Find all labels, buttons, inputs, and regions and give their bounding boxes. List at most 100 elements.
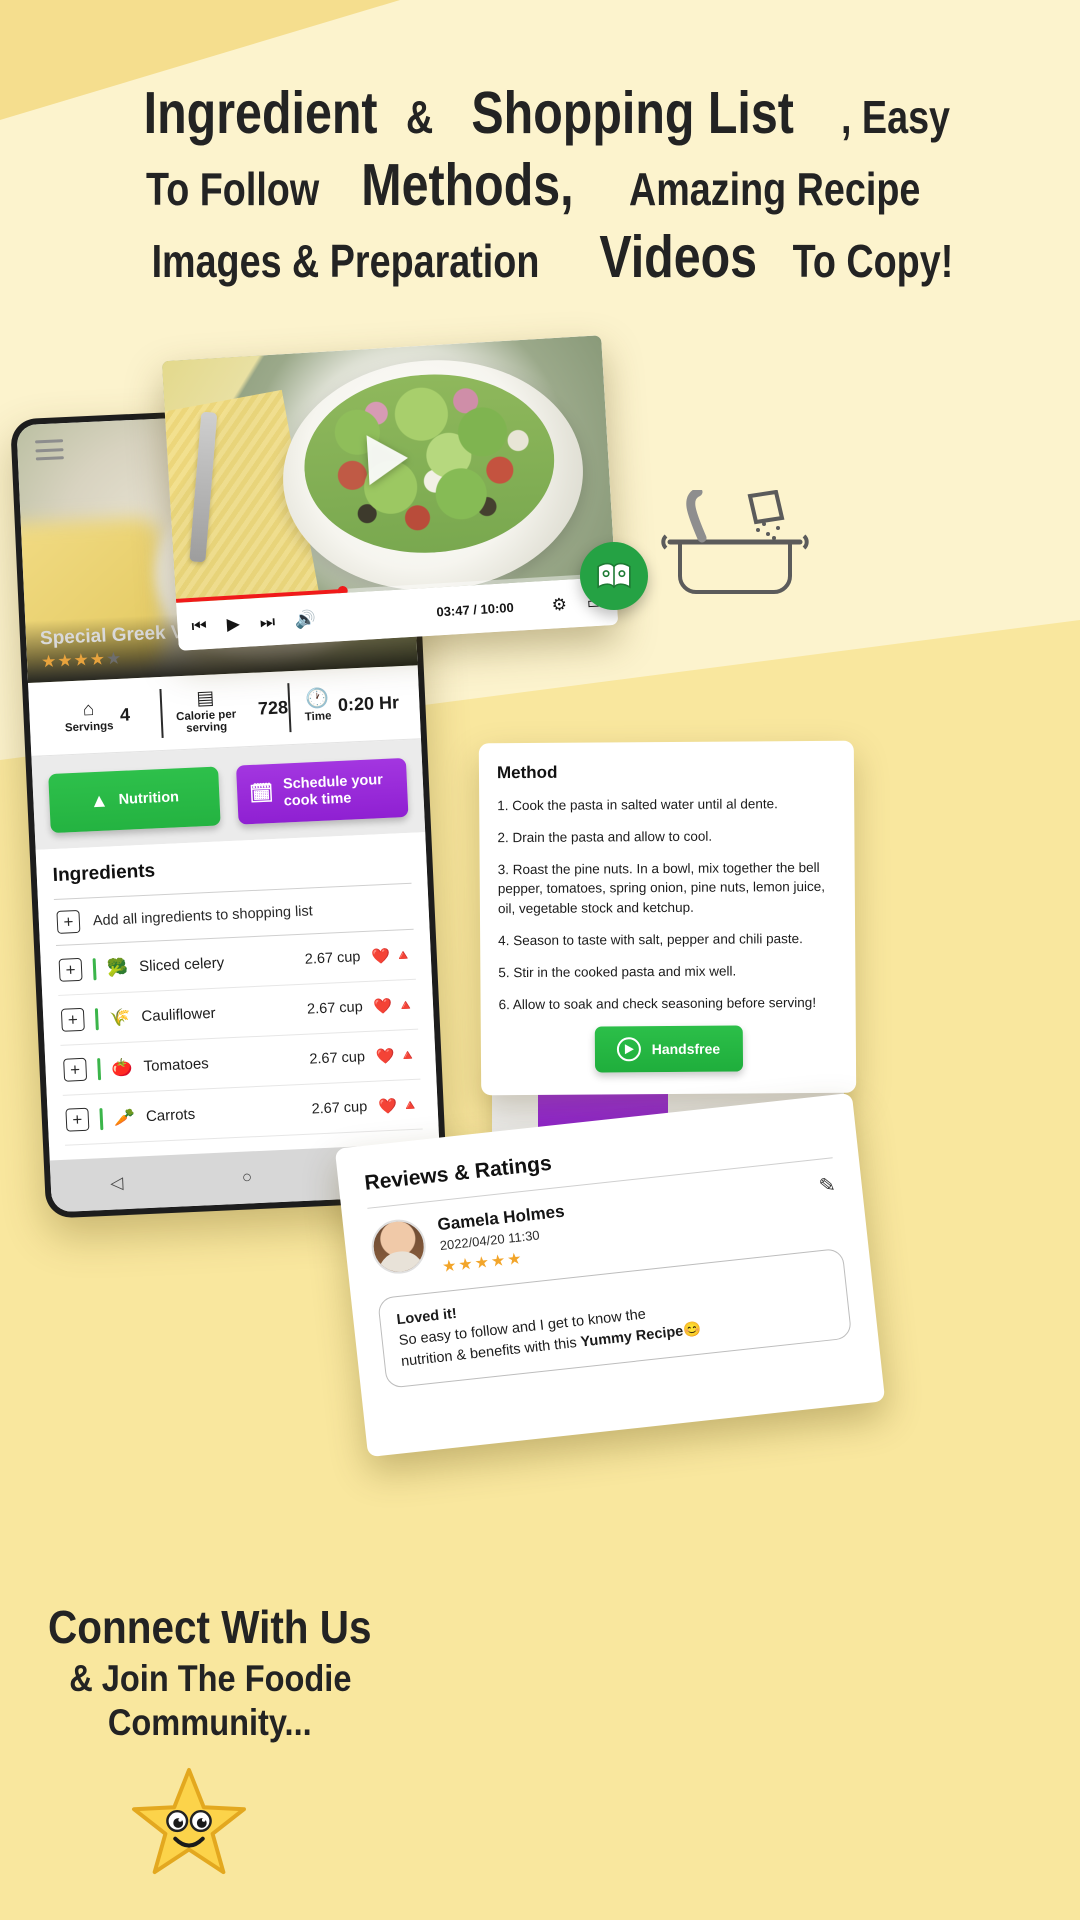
play-circle-icon (616, 1037, 641, 1062)
method-card: Method 1. Cook the pasta in salted water… (478, 740, 857, 1096)
ingredient-accent-bar (97, 1057, 102, 1081)
next-track-icon[interactable]: ⏭ (259, 612, 275, 632)
headline-amp-1: & (405, 91, 434, 143)
ingredient-badges: ❤️ 🔺 (373, 996, 415, 1016)
calendar-clock-icon: 🗓 (248, 782, 274, 805)
ingredient-quantity: 2.67 cup (311, 1098, 368, 1118)
connect-line-1: Connect With Us (48, 1601, 372, 1653)
nav-back-icon[interactable]: ◁ (110, 1173, 124, 1194)
heart-health-icon: ❤️ (373, 997, 393, 1016)
stat-time: 🕐 Time 0:20 Hr (286, 665, 417, 744)
recipe-action-buttons: ▲ Nutrition 🗓 Schedule your cook time (31, 739, 426, 851)
clock-icon: 🕐 (305, 688, 330, 711)
video-player-card[interactable]: ⏮ ▶ ⏭ 🔊 03:47 / 10:00 ⚙ ▭ (161, 335, 619, 651)
method-step: 3. Roast the pine nuts. In a bowl, mix t… (497, 860, 826, 916)
connect-line-2: & Join The Foodie (68, 1658, 352, 1699)
previous-track-icon[interactable]: ⏮ (191, 616, 207, 636)
stat-calories: ▤ Calorie per serving 728 (159, 671, 290, 750)
stat-calories-value: 728 (257, 697, 289, 719)
ingredient-badges: ❤️ 🔺 (376, 1046, 418, 1066)
headline-word-methods: Methods, (361, 151, 575, 218)
gear-icon[interactable]: ⚙ (551, 594, 567, 614)
headline-word-ingredient: Ingredient (143, 80, 378, 146)
headline-to-follow: To Follow (146, 162, 320, 215)
ingredient-quantity: 2.67 cup (306, 998, 364, 1018)
nav-home-icon[interactable]: ○ (241, 1167, 252, 1187)
headline-amazing-recipe: Amazing Recipe (629, 162, 921, 215)
nutrition-button-label: Nutrition (118, 789, 180, 809)
stat-servings-label: Servings (64, 719, 114, 735)
ingredient-accent-bar (92, 958, 97, 981)
cooking-pot-illustration (640, 487, 830, 610)
headline-easy: , Easy (841, 91, 951, 143)
review-comment-emoji: 😊 (682, 1321, 703, 1340)
cloche-icon: ⌂ (82, 698, 95, 721)
headline-to-copy: To Copy! (792, 234, 953, 287)
method-step: 2. Drain the pasta and allow to cool. (497, 828, 713, 846)
reviews-card: Reviews & Ratings Gamela Holmes 2022/04/… (334, 1092, 886, 1458)
ingredient-emoji-icon: 🥕 (113, 1107, 136, 1128)
headline-line-1: Ingredient & Shopping List , Easy (26, 78, 1054, 150)
food-pyramid-icon: 🔺 (395, 996, 416, 1015)
method-step: 6. Allow to soak and check seasoning bef… (498, 995, 817, 1013)
add-all-ingredients-label: Add all ingredients to shopping list (92, 903, 314, 930)
plus-box-icon[interactable]: + (60, 1008, 85, 1033)
page-title: Ingredient & Shopping List , Easy To Follo… (0, 78, 1080, 294)
connect-section: Connect With Us & Join The Foodie Commun… (0, 1600, 420, 1744)
video-thumbnail (161, 335, 616, 603)
volume-icon[interactable]: 🔊 (294, 609, 316, 629)
ingredient-name: Sliced celery (138, 954, 225, 976)
headline-line-2: To Follow Methods, Amazing Recipe (26, 150, 1054, 222)
heart-health-icon: ❤️ (377, 1097, 398, 1116)
headline-word-shopping-list: Shopping List (471, 80, 794, 146)
handsfree-button[interactable]: Handsfree (594, 1025, 743, 1073)
plus-box-icon[interactable]: + (58, 958, 83, 983)
stat-time-label: Time (304, 710, 332, 724)
pencil-icon[interactable]: ✎ (818, 1172, 837, 1199)
plus-box-icon[interactable]: + (56, 910, 81, 935)
ingredient-name: Cauliflower (141, 1005, 216, 1026)
food-pyramid-icon: 🔺 (393, 946, 414, 965)
ingredient-emoji-icon: 🥦 (106, 957, 129, 978)
ingredient-emoji-icon: 🌾 (108, 1007, 131, 1028)
play-button-icon[interactable]: ▶ (226, 614, 240, 634)
stat-time-value: 0:20 Hr (337, 692, 400, 715)
food-pyramid-icon: 🔺 (400, 1096, 420, 1115)
ingredient-accent-bar (94, 1007, 99, 1031)
schedule-button-label: Schedule your cook time (282, 771, 384, 810)
recipe-book-badge[interactable] (580, 542, 648, 610)
ingredient-quantity: 2.67 cup (304, 949, 361, 968)
heart-health-icon: ❤️ (375, 1047, 396, 1066)
schedule-cook-time-button[interactable]: 🗓 Schedule your cook time (235, 757, 409, 825)
stat-calories-label: Calorie per serving (175, 708, 237, 735)
ingredient-accent-bar (99, 1107, 104, 1131)
method-step: 4. Season to taste with salt, pepper and… (498, 930, 803, 948)
ingredients-panel: Ingredients + Add all ingredients to sho… (35, 832, 439, 1147)
stat-servings-value: 4 (119, 704, 131, 725)
ingredients-heading: Ingredients (52, 860, 156, 887)
handsfree-button-label: Handsfree (651, 1040, 721, 1058)
video-timestamp: 03:47 / 10:00 (436, 599, 515, 619)
headline-line-3: Images & Preparation Videos To Copy! (26, 222, 1054, 294)
ingredient-badges: ❤️ 🔺 (378, 1096, 420, 1116)
connect-line-3: Community... (108, 1702, 312, 1743)
headline-word-videos: Videos (599, 223, 758, 290)
stat-servings: ⌂ Servings 4 (32, 677, 163, 756)
ingredient-name: Carrots (145, 1106, 196, 1126)
ingredient-quantity: 2.67 cup (309, 1048, 366, 1068)
nutrition-button[interactable]: ▲ Nutrition (48, 766, 221, 834)
play-triangle-icon[interactable] (366, 433, 410, 486)
food-pyramid-icon: ▲ (89, 790, 110, 813)
plus-box-icon[interactable]: + (65, 1108, 90, 1133)
ingredient-badges: ❤️ 🔺 (371, 946, 413, 966)
ingredient-name: Tomatoes (143, 1055, 210, 1076)
open-book-icon (597, 562, 631, 589)
plus-box-icon[interactable]: + (63, 1058, 88, 1083)
method-step: 5. Stir in the cooked pasta and mix well… (498, 963, 737, 981)
method-title: Method (496, 762, 558, 783)
headline-images-preparation: Images & Preparation (151, 234, 540, 287)
ingredient-emoji-icon: 🍅 (111, 1057, 134, 1078)
calculator-icon: ▤ (195, 687, 215, 709)
hamburger-menu-icon[interactable] (35, 439, 64, 461)
method-step: 1. Cook the pasta in salted water until … (497, 796, 778, 814)
